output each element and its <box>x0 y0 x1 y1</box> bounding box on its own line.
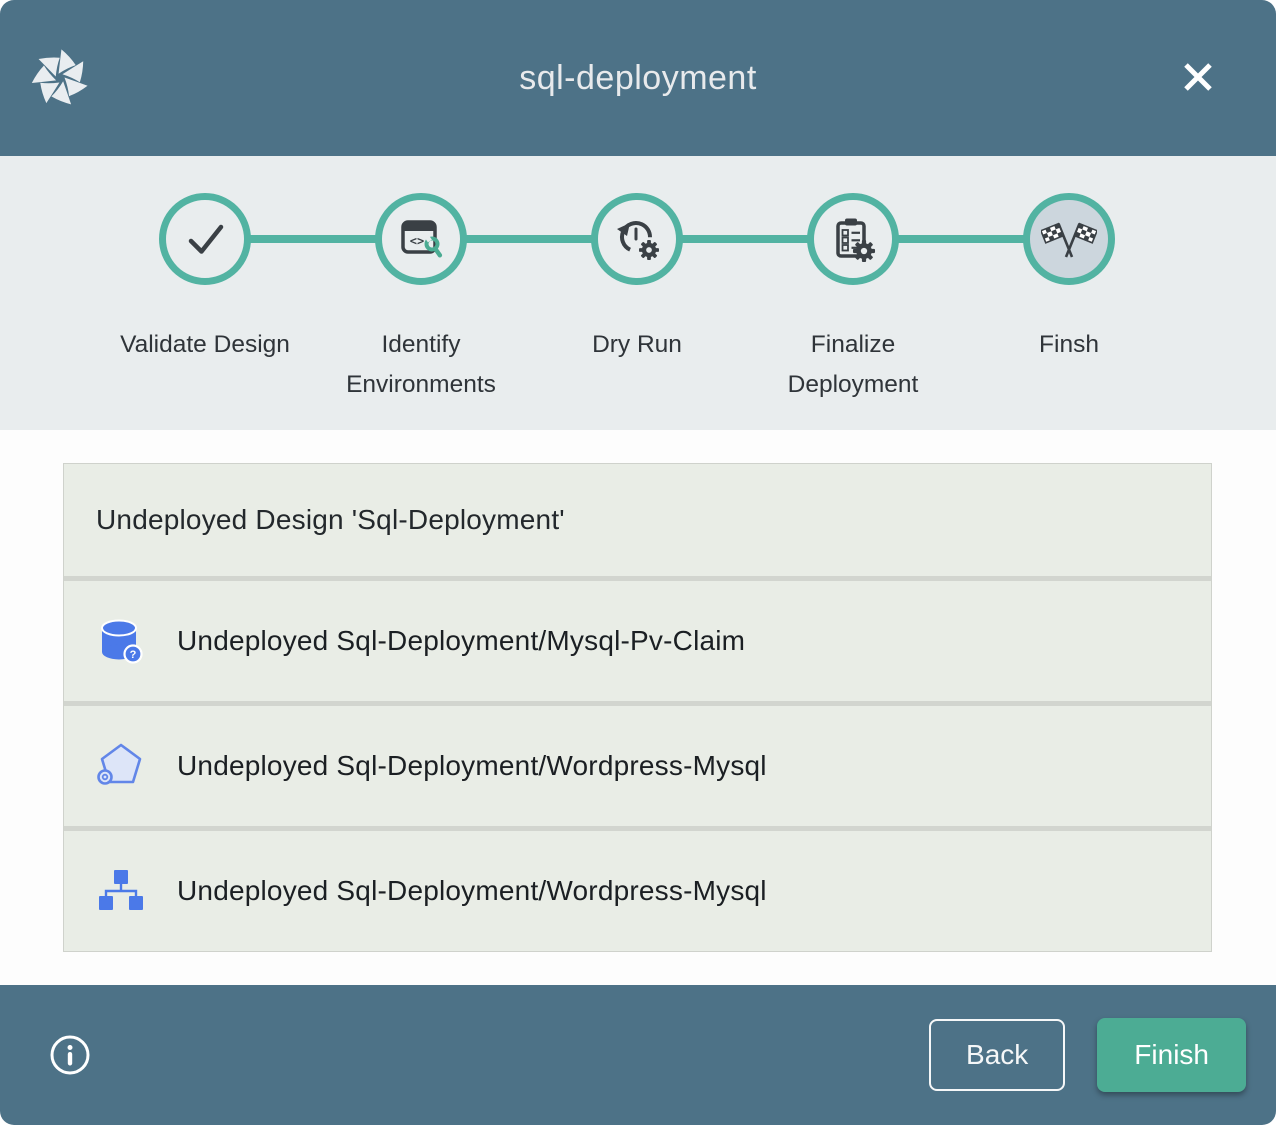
component-status-text: Undeployed Sql-Deployment/Wordpress-Mysq… <box>177 875 767 907</box>
step-finish: Finsh <box>961 156 1177 405</box>
svg-text:?: ? <box>130 649 137 661</box>
step-finalize-deployment: Finalize Deployment <box>745 156 961 405</box>
step-label: Finsh <box>1039 325 1099 365</box>
deployment-wizard-modal: sql-deployment Validate Design <box>0 0 1276 1125</box>
step-label: Identify Environments <box>319 325 523 405</box>
pod-icon <box>95 740 147 792</box>
step-circle-validate[interactable] <box>159 193 251 285</box>
clipboard-gear-icon <box>828 214 878 264</box>
modal-footer: Back Finish <box>0 985 1276 1125</box>
list-item: Undeployed Design 'Sql-Deployment' <box>64 464 1211 576</box>
step-label: Finalize Deployment <box>751 325 955 405</box>
modal-title: sql-deployment <box>0 0 1276 156</box>
step-label: Validate Design <box>120 325 290 365</box>
modal-header: sql-deployment <box>0 0 1276 156</box>
step-dry-run: Dry Run <box>529 156 745 405</box>
sync-gear-icon <box>612 214 662 264</box>
step-circle-finish[interactable] <box>1023 193 1115 285</box>
hierarchy-icon <box>95 865 147 917</box>
deployment-stepper: Validate Design <> Identify <box>0 156 1276 430</box>
step-circle-dry-run[interactable] <box>591 193 683 285</box>
code-window-wrench-icon: <> <box>396 214 446 264</box>
step-circle-identify[interactable]: <> <box>375 193 467 285</box>
step-identify-environments: <> Identify Environments <box>313 156 529 405</box>
list-item: ? Undeployed Sql-Deployment/Mysql-Pv-Cla… <box>64 581 1211 701</box>
component-status-text: Undeployed Sql-Deployment/Mysql-Pv-Claim <box>177 625 745 657</box>
undeployed-list: Undeployed Design 'Sql-Deployment' ? Und… <box>63 463 1212 952</box>
close-icon[interactable] <box>1176 55 1220 99</box>
back-button[interactable]: Back <box>929 1019 1065 1091</box>
step-circle-finalize[interactable] <box>807 193 899 285</box>
list-item: Undeployed Sql-Deployment/Wordpress-Mysq… <box>64 831 1211 951</box>
checkered-flags-icon <box>1041 211 1097 267</box>
step-validate-design: Validate Design <box>97 156 313 405</box>
step-label: Dry Run <box>592 325 682 365</box>
finish-button[interactable]: Finish <box>1097 1018 1246 1092</box>
svg-text:<>: <> <box>410 234 424 248</box>
check-icon <box>179 213 231 265</box>
component-status-text: Undeployed Sql-Deployment/Wordpress-Mysq… <box>177 750 767 782</box>
design-status-text: Undeployed Design 'Sql-Deployment' <box>96 504 565 536</box>
deployment-summary: Undeployed Design 'Sql-Deployment' ? Und… <box>0 430 1276 985</box>
info-icon[interactable] <box>48 1033 92 1077</box>
database-icon: ? <box>95 615 147 667</box>
list-item: Undeployed Sql-Deployment/Wordpress-Mysq… <box>64 706 1211 826</box>
